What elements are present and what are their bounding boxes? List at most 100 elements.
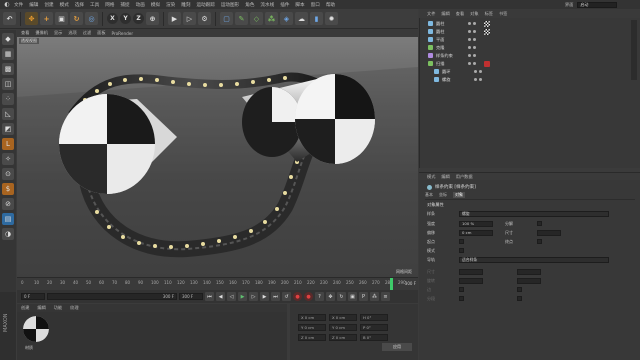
- polygons-mode-icon[interactable]: ◩: [2, 123, 14, 135]
- array-icon[interactable]: ⁂: [265, 12, 278, 25]
- workplane-icon[interactable]: ◫: [2, 78, 14, 90]
- visibility-dots[interactable]: [468, 46, 476, 49]
- menu-item[interactable]: 雕刻: [181, 2, 190, 8]
- visibility-dots[interactable]: [468, 38, 476, 41]
- menu-item[interactable]: 运动图形: [221, 2, 239, 8]
- key-scale-icon[interactable]: ▣: [348, 292, 357, 301]
- axis-x-toggle[interactable]: X: [107, 13, 118, 24]
- coord-size-y[interactable]: Y 0 cm: [329, 324, 357, 331]
- om-menu-view[interactable]: 查看: [456, 11, 464, 17]
- timeline-playhead[interactable]: [390, 278, 393, 290]
- menu-item[interactable]: 网格: [105, 2, 114, 8]
- edges-mode-icon[interactable]: ◺: [2, 108, 14, 120]
- spline-pen-icon[interactable]: ✎: [235, 12, 248, 25]
- coord-rot-p[interactable]: P 0°: [360, 324, 388, 331]
- om-menu-objects[interactable]: 对象: [470, 11, 478, 17]
- object-row[interactable]: 平面: [428, 36, 640, 43]
- attr-checkbox[interactable]: [537, 221, 542, 226]
- attr-checkbox[interactable]: [459, 248, 464, 253]
- menu-item[interactable]: 捕捉: [120, 2, 129, 8]
- apply-button[interactable]: 应用: [382, 343, 412, 351]
- coord-size-x[interactable]: X 0 cm: [329, 314, 357, 321]
- om-menu-file[interactable]: 文件: [427, 11, 435, 17]
- viewport-menu-filter[interactable]: 过滤: [83, 30, 91, 36]
- object-row[interactable]: 圆柱: [428, 28, 640, 35]
- coord-pos-y[interactable]: Y 0 cm: [298, 324, 326, 331]
- end-frame-field[interactable]: 300 F: [179, 293, 203, 300]
- material-menu-create[interactable]: 创建: [21, 305, 29, 311]
- recent-tool-icon[interactable]: ◎: [85, 12, 98, 25]
- attr-value-field[interactable]: 0 cm: [459, 229, 493, 236]
- cube-primitive-icon[interactable]: ▢: [220, 12, 233, 25]
- tweak-mode-icon[interactable]: ✧: [2, 153, 14, 165]
- loop-icon[interactable]: ↺: [282, 292, 291, 301]
- visibility-dots[interactable]: [474, 70, 482, 73]
- am-menu-edit[interactable]: 编辑: [441, 174, 449, 180]
- next-key-icon[interactable]: ▶: [260, 292, 269, 301]
- deformer-icon[interactable]: ◈: [280, 12, 293, 25]
- lock-workplane-icon[interactable]: ⊘: [2, 198, 14, 210]
- menu-item[interactable]: 流水线: [260, 2, 274, 8]
- menu-item[interactable]: 窗口: [311, 2, 320, 8]
- frame-range-slider[interactable]: 300 F: [47, 293, 177, 300]
- keyframe-selection-icon[interactable]: ?: [315, 292, 324, 301]
- coord-size-z[interactable]: Z 0 cm: [329, 334, 357, 341]
- visibility-dots[interactable]: [474, 78, 482, 81]
- coord-rot-h[interactable]: H 0°: [360, 314, 388, 321]
- nurbs-icon[interactable]: ◇: [250, 12, 263, 25]
- tag-icon[interactable]: [484, 60, 490, 67]
- undo-icon[interactable]: ↶: [3, 12, 16, 25]
- snap-icon[interactable]: ⊙: [2, 168, 14, 180]
- viewport-menu-view[interactable]: 查看: [21, 30, 29, 36]
- menu-item[interactable]: 插件: [280, 2, 289, 8]
- object-row[interactable]: 克隆: [428, 44, 640, 51]
- render-view-icon[interactable]: ▶: [168, 12, 181, 25]
- attr-checkbox[interactable]: [537, 239, 542, 244]
- viewport-menu-display[interactable]: 显示: [54, 30, 62, 36]
- viewport-menu-prorender[interactable]: ProRender: [112, 31, 134, 36]
- rotate-tool-icon[interactable]: ↻: [70, 12, 83, 25]
- axis-z-toggle[interactable]: Z: [133, 13, 144, 24]
- model-mode-icon[interactable]: ▦: [2, 48, 14, 60]
- quantize-icon[interactable]: ▤: [2, 213, 14, 225]
- key-rotation-icon[interactable]: ↻: [337, 292, 346, 301]
- spline-link-field[interactable]: 螺旋: [459, 210, 609, 217]
- tab-object[interactable]: 对象: [453, 192, 465, 198]
- light-icon[interactable]: ✹: [325, 12, 338, 25]
- menu-item[interactable]: 模式: [60, 2, 69, 8]
- menu-item[interactable]: 创建: [44, 2, 53, 8]
- menu-item[interactable]: 帮助: [326, 2, 335, 8]
- viewport-menu-options[interactable]: 选项: [68, 30, 76, 36]
- material-tag-icon[interactable]: [484, 28, 490, 35]
- soft-selection-icon[interactable]: $: [2, 183, 14, 195]
- om-menu-edit[interactable]: 编辑: [441, 11, 449, 17]
- key-param-icon[interactable]: P: [359, 292, 368, 301]
- axis-mode-icon[interactable]: L: [2, 138, 14, 150]
- viewport-menu-cameras[interactable]: 摄像机: [35, 30, 48, 36]
- coord-rot-b[interactable]: B 0°: [360, 334, 388, 341]
- coord-pos-x[interactable]: X 0 cm: [298, 314, 326, 321]
- go-to-end-icon[interactable]: ⏭: [271, 292, 280, 301]
- camera-icon[interactable]: ▮: [310, 12, 323, 25]
- menu-item[interactable]: 选择: [75, 2, 84, 8]
- rail-dropdown[interactable]: 适合样条: [459, 256, 609, 263]
- render-picture-viewer-icon[interactable]: ▷: [183, 12, 196, 25]
- start-frame-field[interactable]: 0 F: [21, 293, 45, 300]
- material-menu-function[interactable]: 功能: [54, 305, 62, 311]
- scale-tool-icon[interactable]: ▣: [55, 12, 68, 25]
- material-tag-icon[interactable]: [484, 20, 490, 27]
- object-row[interactable]: 圆环: [434, 68, 640, 75]
- viewport-menu-panel[interactable]: 面板: [97, 30, 105, 36]
- material-menu-texture[interactable]: 纹理: [70, 305, 78, 311]
- fcurve-icon[interactable]: ≡: [381, 292, 390, 301]
- visibility-dots[interactable]: [468, 54, 476, 57]
- timeline-ruler[interactable]: 0 10 20 30 40 50 60 70 80 90 100 110 120…: [17, 277, 418, 290]
- step-forward-icon[interactable]: ▷: [249, 292, 258, 301]
- om-menu-tags[interactable]: 标签: [485, 11, 493, 17]
- key-pla-icon[interactable]: ⁂: [370, 292, 379, 301]
- attr-checkbox[interactable]: [459, 239, 464, 244]
- attr-value-field[interactable]: 100 %: [459, 220, 493, 227]
- coordinate-system-icon[interactable]: ⊕: [146, 12, 159, 25]
- menu-item[interactable]: 渲染: [166, 2, 175, 8]
- visibility-dots[interactable]: [468, 30, 476, 33]
